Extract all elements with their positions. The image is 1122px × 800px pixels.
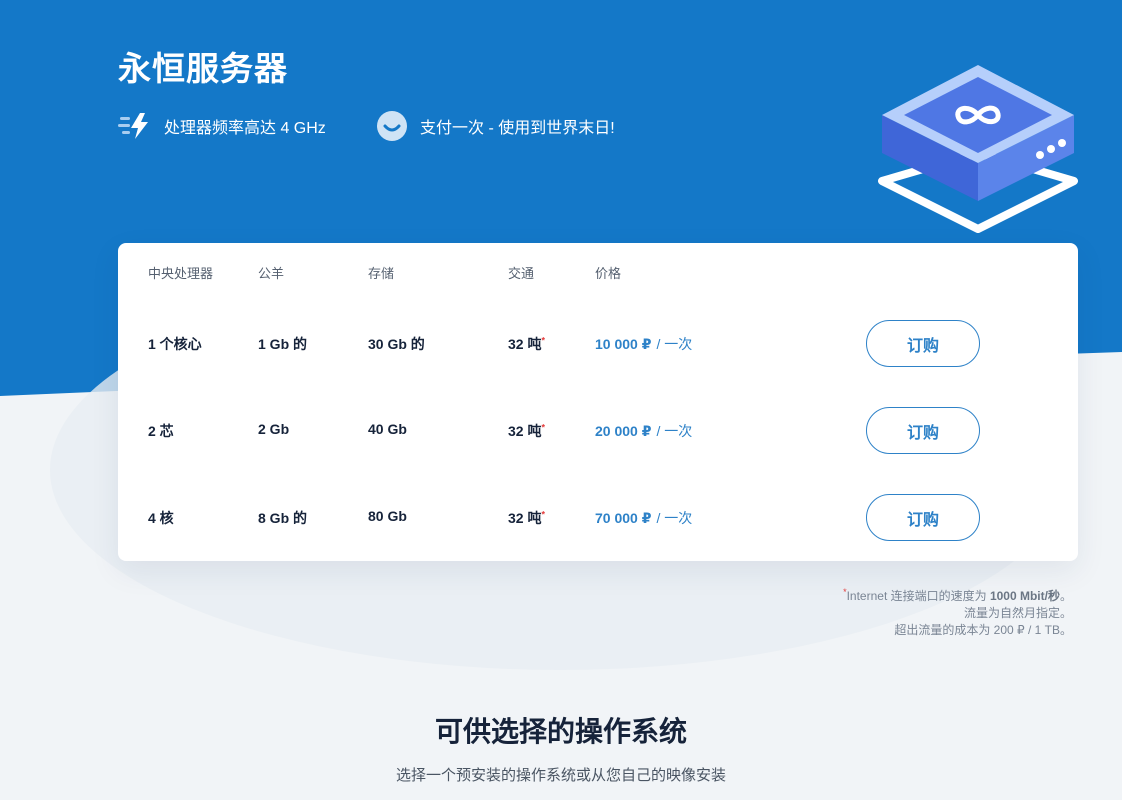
price-value: 20 000 ₽ (595, 423, 652, 439)
footnote-line-port-speed: *Internet 连接端口的速度为 1000 Mbit/秒。 (843, 584, 1072, 605)
lightning-speed-icon (118, 113, 148, 139)
plan-price: 20 000 ₽ / 一次 (595, 421, 692, 441)
footnote-line-overage: 超出流量的成本为 200 ₽ / 1 TB。 (894, 623, 1072, 637)
plan-ram: 1 Gb 的 (258, 336, 308, 352)
plan-traffic: 32 吨* (508, 508, 545, 528)
order-button[interactable]: 订购 (866, 407, 980, 454)
footnote-marker: * (541, 422, 545, 433)
os-section-subtitle: 选择一个预安装的操作系统或从您自己的映像安装 (395, 767, 726, 784)
eternal-server-illustration (878, 65, 1078, 233)
order-button[interactable]: 订购 (866, 320, 980, 367)
traffic-value: 32 吨 (508, 336, 542, 352)
plan-traffic: 32 吨* (508, 421, 545, 441)
os-section-title: 可供选择的操作系统 (434, 716, 687, 747)
plan-storage: 40 Gb (368, 421, 407, 437)
price-period: / 一次 (656, 423, 693, 439)
order-button[interactable]: 订购 (866, 494, 980, 541)
page-title: 永恒服务器 (118, 50, 288, 87)
price-value: 10 000 ₽ (595, 336, 652, 352)
plan-price: 10 000 ₽ / 一次 (595, 334, 692, 354)
footnote-speed: 1000 Mbit/秒 (989, 589, 1060, 603)
table-row: 1 个核心 1 Gb 的 30 Gb 的 32 吨* 10 000 ₽ / 一次 … (118, 320, 1078, 368)
plan-cpu: 1 个核心 (148, 336, 202, 352)
price-value: 70 000 ₽ (595, 510, 652, 526)
table-row: 4 核 8 Gb 的 80 Gb 32 吨* 70 000 ₽ / 一次 订购 (118, 494, 1078, 542)
footnote-marker: * (541, 509, 545, 520)
plan-ram: 2 Gb (258, 421, 290, 437)
feature-text: 支付一次 - 使用到世界末日! (420, 120, 615, 137)
plan-storage: 30 Gb 的 (368, 336, 425, 352)
footnote-text: 。 (1059, 589, 1072, 603)
traffic-value: 32 吨 (508, 510, 542, 526)
feature-text: 处理器频率高达 4 GHz (164, 120, 326, 137)
plan-cpu: 2 芯 (148, 423, 174, 439)
header-ram: 公羊 (258, 266, 285, 281)
header-price: 价格 (595, 266, 622, 281)
plans-table: 中央处理器 公羊 存储 交通 价格 1 个核心 1 Gb 的 30 Gb 的 3… (118, 243, 1078, 561)
table-row: 2 芯 2 Gb 40 Gb 32 吨* 20 000 ₽ / 一次 订购 (118, 407, 1078, 455)
traffic-footnote: *Internet 连接端口的速度为 1000 Mbit/秒。 流量为自然月指定… (843, 584, 1072, 639)
price-period: / 一次 (656, 336, 693, 352)
feature-cpu-frequency: 处理器频率高达 4 GHz (118, 110, 326, 142)
plan-traffic: 32 吨* (508, 334, 545, 354)
header-cpu: 中央处理器 (148, 266, 214, 281)
plan-storage: 80 Gb (368, 508, 407, 524)
table-header: 中央处理器 公羊 存储 交通 价格 (118, 263, 1078, 281)
plan-price: 70 000 ₽ / 一次 (595, 508, 692, 528)
footnote-text: Internet 连接端口的速度为 (846, 589, 987, 603)
footnote-marker: * (541, 335, 545, 346)
smile-icon (377, 111, 407, 141)
header-storage: 存储 (368, 266, 395, 281)
plan-cpu: 4 核 (148, 510, 174, 526)
price-period: / 一次 (656, 510, 693, 526)
plan-ram: 8 Gb 的 (258, 510, 308, 526)
traffic-value: 32 吨 (508, 423, 542, 439)
feature-one-time-payment: 支付一次 - 使用到世界末日! (376, 110, 615, 142)
footnote-line-monthly: 流量为自然月指定。 (963, 606, 1072, 620)
header-traffic: 交通 (508, 266, 535, 281)
